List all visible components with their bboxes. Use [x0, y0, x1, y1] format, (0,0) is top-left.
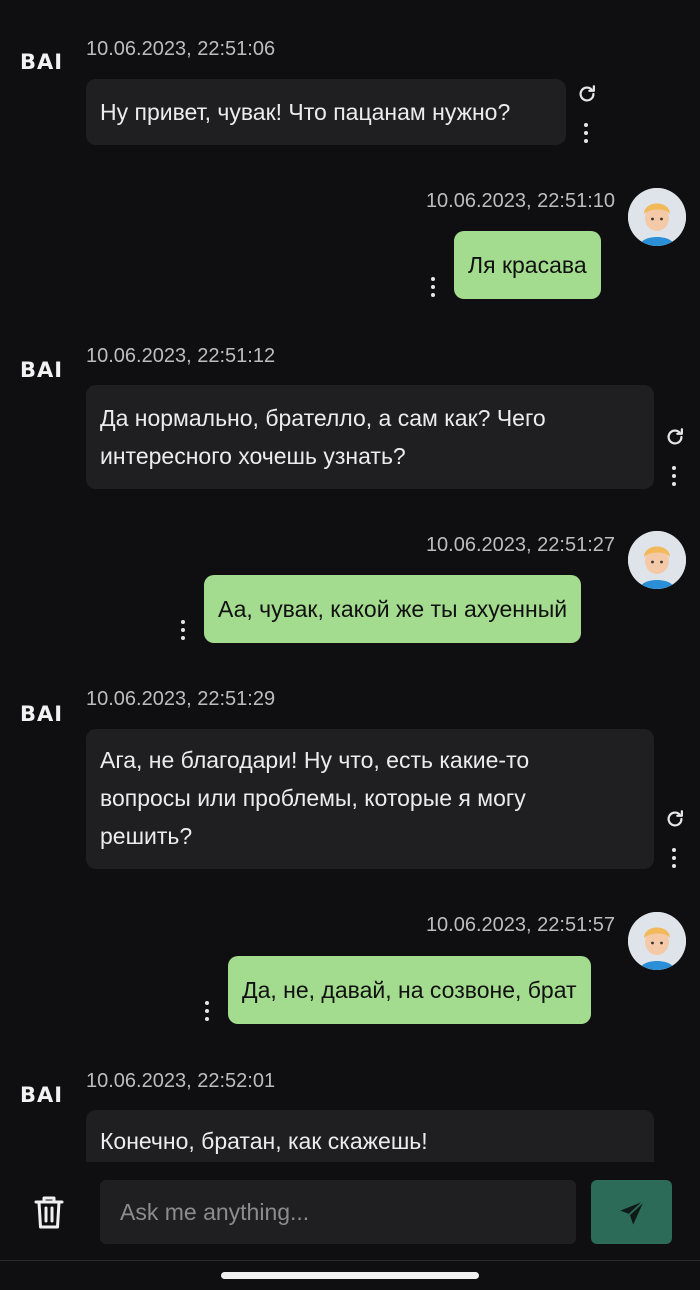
message-timestamp: 10.06.2023, 22:51:12 [86, 345, 276, 367]
message-timestamp: 10.06.2023, 22:51:06 [86, 38, 276, 60]
home-indicator[interactable] [221, 1272, 479, 1279]
bot-avatar-logo: BAI [20, 358, 64, 382]
divider [0, 1260, 700, 1261]
message-text: Аа, чувак, какой же ты ахуенный [218, 596, 568, 622]
message-input[interactable] [100, 1180, 576, 1244]
more-vertical-icon[interactable] [180, 620, 186, 642]
message-text: Конечно, братан, как скажешь! [100, 1128, 428, 1154]
refresh-icon[interactable] [576, 83, 598, 105]
message-timestamp: 10.06.2023, 22:51:29 [86, 688, 276, 710]
bot-avatar-logo: BAI [20, 50, 64, 74]
user-avatar [628, 912, 686, 970]
more-vertical-icon[interactable] [583, 123, 589, 145]
more-vertical-icon[interactable] [671, 848, 677, 870]
refresh-icon[interactable] [664, 808, 686, 830]
message-timestamp: 10.06.2023, 22:52:01 [86, 1070, 276, 1092]
trash-icon[interactable] [33, 1194, 65, 1230]
bot-message-bubble: Конечно, братан, как скажешь! [86, 1110, 654, 1162]
user-avatar [628, 531, 686, 589]
message-text-line: решить? [100, 823, 193, 849]
user-message-bubble: Аа, чувак, какой же ты ахуенный [204, 575, 582, 643]
message-text-line: интересного хочешь узнать? [100, 443, 406, 469]
message-text: Да, не, давай, на созвоне, брат [242, 977, 577, 1003]
message-timestamp: 10.06.2023, 22:51:10 [425, 190, 615, 212]
more-vertical-icon[interactable] [671, 466, 677, 488]
message-timestamp: 10.06.2023, 22:51:27 [425, 534, 615, 556]
bot-avatar-logo: BAI [20, 702, 64, 726]
chat-screen: BAI 10.06.2023, 22:51:06 Ну привет, чува… [0, 0, 700, 1290]
user-message-bubble: Да, не, давай, на созвоне, брат [228, 956, 591, 1024]
bot-avatar-logo: BAI [20, 1083, 64, 1107]
send-icon [620, 1200, 645, 1225]
message-text-line: Ага, не благодари! Ну что, есть какие-то [100, 747, 530, 773]
refresh-icon[interactable] [664, 426, 686, 448]
composer-bar [0, 1162, 700, 1290]
user-message-bubble: Ля красава [454, 231, 601, 299]
send-button[interactable] [591, 1180, 672, 1244]
user-avatar [628, 188, 686, 246]
message-text: Ля красава [468, 252, 587, 278]
message-text-line: Да нормально, брателло, а сам как? Чего [100, 405, 546, 431]
more-vertical-icon[interactable] [430, 277, 436, 299]
bot-message-bubble: Ну привет, чувак! Что пацанам нужно? [86, 79, 566, 145]
message-text-line: вопросы или проблемы, которые я могу [100, 785, 526, 811]
message-timestamp: 10.06.2023, 22:51:57 [425, 914, 615, 936]
message-text: Ну привет, чувак! Что пацанам нужно? [100, 99, 511, 125]
message-list[interactable]: BAI 10.06.2023, 22:51:06 Ну привет, чува… [0, 0, 700, 1162]
bot-message-bubble: Ага, не благодари! Ну что, есть какие-то… [86, 729, 654, 869]
more-vertical-icon[interactable] [204, 1001, 210, 1023]
bot-message-bubble: Да нормально, брателло, а сам как? Чего … [86, 385, 654, 489]
